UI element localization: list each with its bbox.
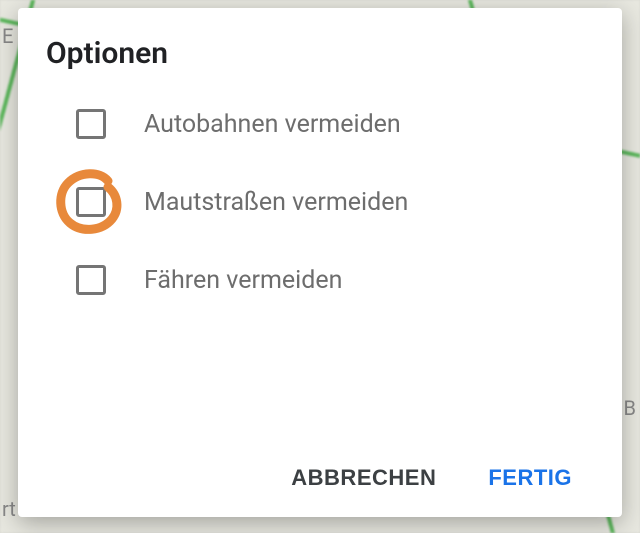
route-options-dialog: Optionen Autobahnen vermeiden Mautstraße… xyxy=(18,8,622,517)
done-button[interactable]: FERTIG xyxy=(484,457,576,499)
options-list: Autobahnen vermeiden Mautstraßen vermeid… xyxy=(46,109,594,451)
option-avoid-highways[interactable]: Autobahnen vermeiden xyxy=(76,109,594,139)
option-label: Mautstraßen vermeiden xyxy=(144,188,408,217)
option-label: Autobahnen vermeiden xyxy=(144,110,401,139)
option-avoid-tolls[interactable]: Mautstraßen vermeiden xyxy=(76,187,594,217)
map-letter: rt xyxy=(2,497,16,521)
option-label: Fähren vermeiden xyxy=(144,266,342,295)
checkbox-icon[interactable] xyxy=(76,187,106,217)
cancel-button[interactable]: ABBRECHEN xyxy=(287,457,440,499)
checkbox-icon[interactable] xyxy=(76,265,106,295)
option-avoid-ferries[interactable]: Fähren vermeiden xyxy=(76,265,594,295)
map-letter: E xyxy=(2,24,13,48)
dialog-actions: ABBRECHEN FERTIG xyxy=(46,451,594,499)
checkbox-icon[interactable] xyxy=(76,109,106,139)
map-letter: B xyxy=(624,396,636,420)
dialog-title: Optionen xyxy=(46,36,594,71)
